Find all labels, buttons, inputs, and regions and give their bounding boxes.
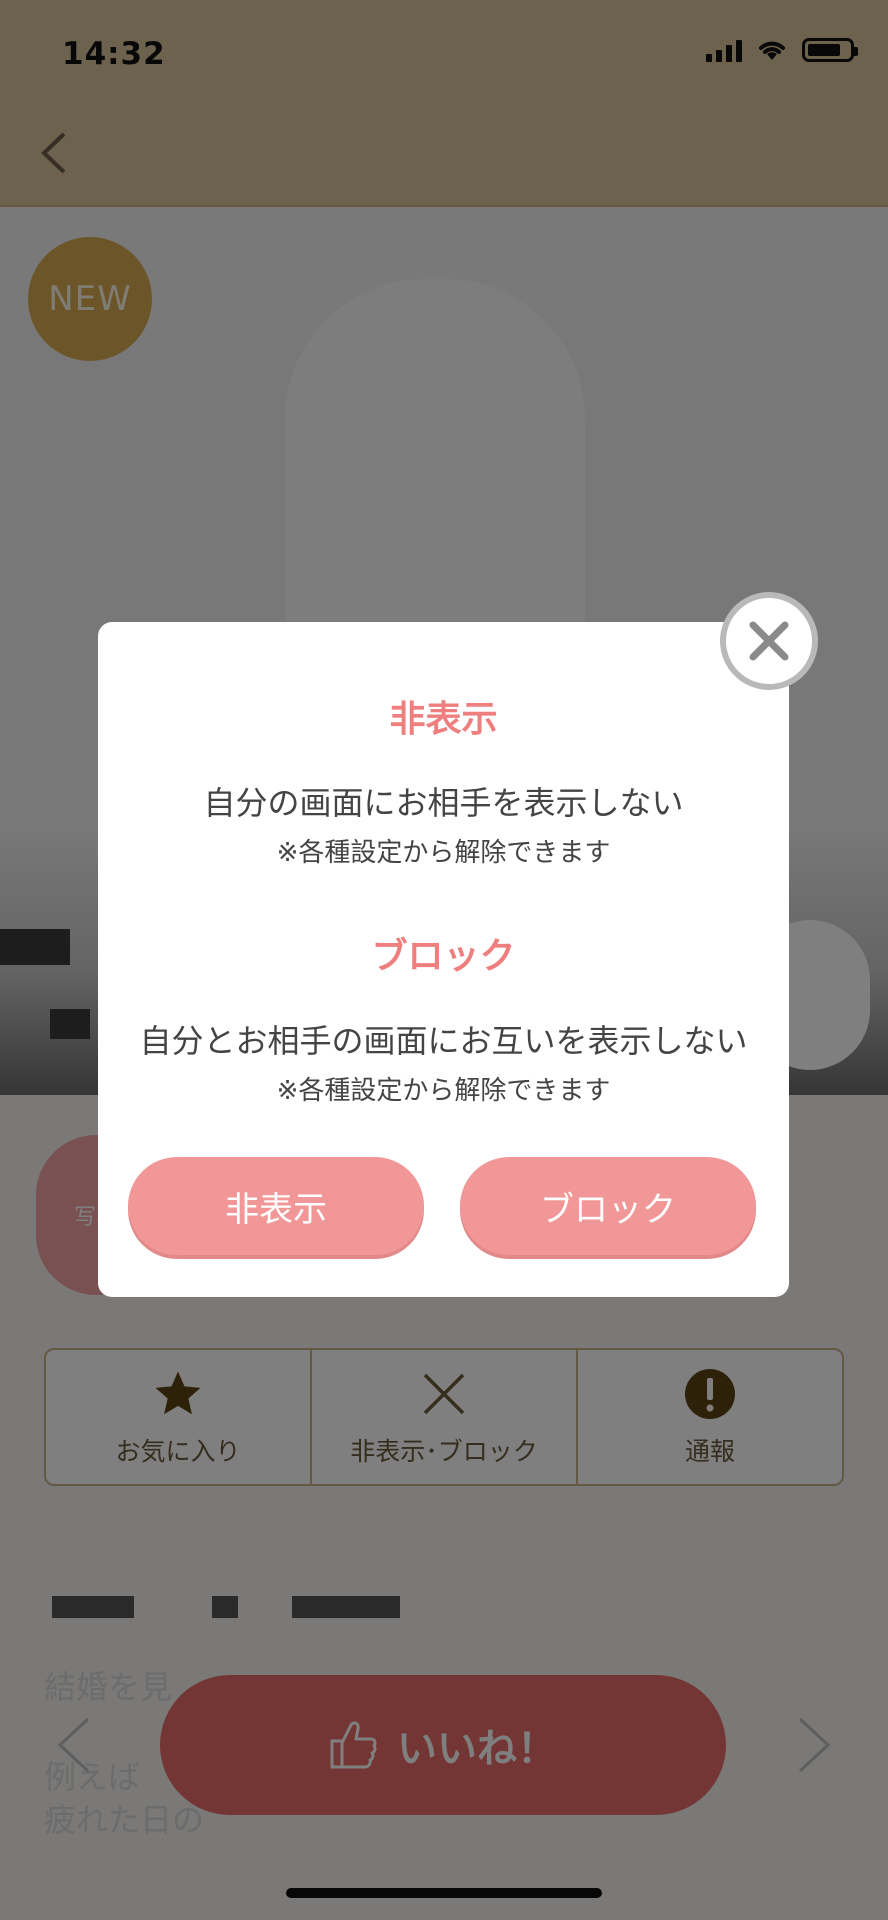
block-description: 自分とお相手の画面にお互いを表示しない bbox=[139, 1022, 748, 1060]
close-dialog-button[interactable] bbox=[720, 592, 818, 690]
hide-button[interactable]: 非表示 bbox=[128, 1157, 424, 1255]
hide-block-dialog: 非表示 自分の画面にお相手を表示しない ※各種設定から解除できます ブロック 自… bbox=[98, 622, 789, 1297]
block-title: ブロック bbox=[371, 936, 516, 977]
profile-screen: 14:32 NEW 写真 bbox=[0, 0, 888, 1920]
hide-description: 自分の画面にお相手を表示しない bbox=[203, 784, 684, 822]
hide-note: ※各種設定から解除できます bbox=[276, 838, 611, 868]
block-button[interactable]: ブロック bbox=[460, 1157, 756, 1255]
hide-title: 非表示 bbox=[389, 699, 498, 740]
block-note: ※各種設定から解除できます bbox=[276, 1076, 611, 1106]
close-icon bbox=[749, 621, 789, 661]
